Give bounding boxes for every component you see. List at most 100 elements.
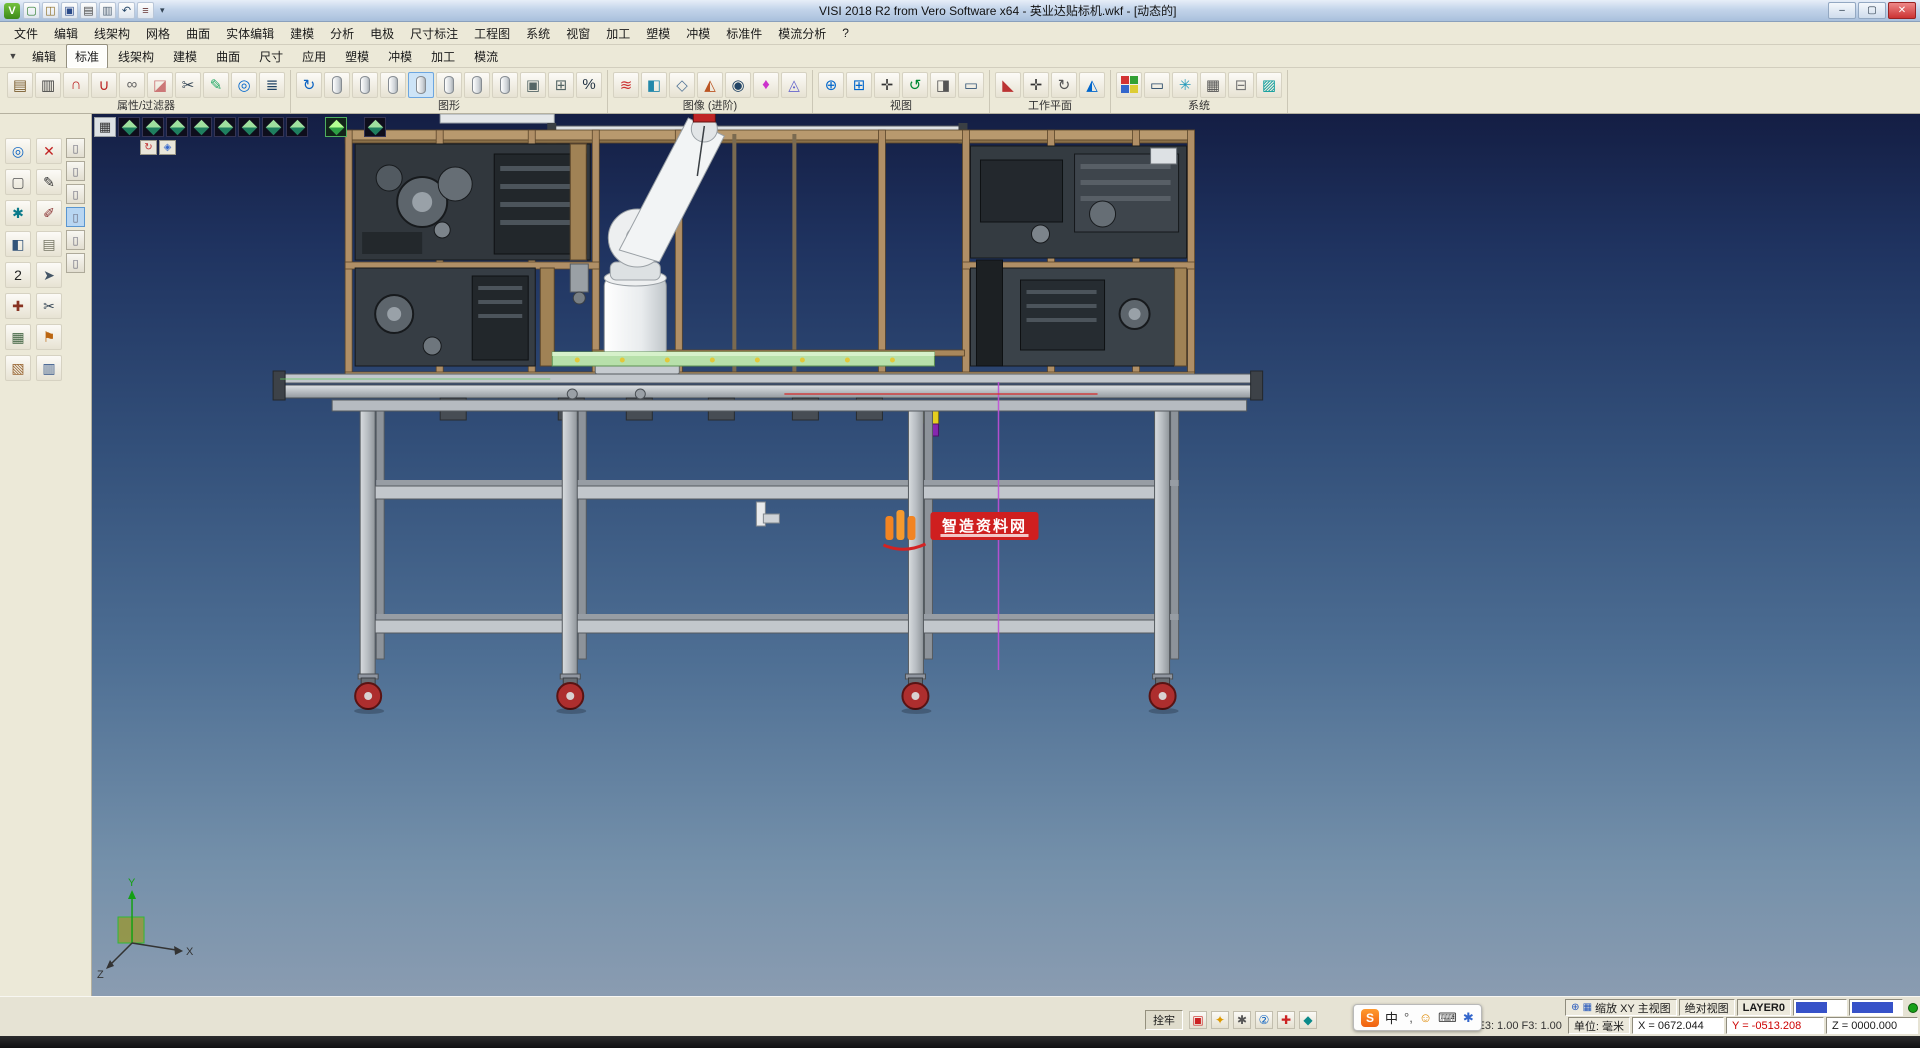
units-cell[interactable]: 单位: 毫米 (1568, 1017, 1630, 1034)
ime-toolbox-icon[interactable]: ✱ (1463, 1010, 1474, 1026)
tab-线架构[interactable]: 线架构 (109, 44, 163, 69)
two-point-icon[interactable]: 2 (5, 262, 31, 288)
hatch-tool-icon[interactable]: ▧ (5, 355, 31, 381)
workplane-align-icon[interactable]: ◭ (1079, 72, 1105, 98)
eraser-icon[interactable]: ◪ (147, 72, 173, 98)
mesh-tool-icon[interactable]: ▦ (5, 324, 31, 350)
menu-item-分析[interactable]: 分析 (322, 22, 362, 45)
open-file-icon[interactable]: ◫ (42, 2, 59, 19)
viewport-3d[interactable]: ▦ ↻◈ (92, 114, 1920, 996)
workplane-icon[interactable]: ◣ (995, 72, 1021, 98)
properties-icon[interactable]: ▤ (7, 72, 33, 98)
ime-keyboard-icon[interactable]: ⌨ (1438, 1010, 1457, 1026)
menu-item-实体编辑[interactable]: 实体编辑 (218, 22, 282, 45)
panel-toggle-3[interactable]: ▯ (66, 184, 85, 204)
line-style-icon[interactable] (352, 72, 378, 98)
erase-icon[interactable]: ✐ (36, 200, 62, 226)
tab-曲面[interactable]: 曲面 (207, 44, 249, 69)
iso-view-7-icon[interactable] (262, 117, 284, 137)
monitor-icon[interactable]: ▭ (1144, 72, 1170, 98)
settings-mode-icon[interactable]: ✱ (1233, 1011, 1251, 1029)
menu-item-冲模[interactable]: 冲模 (678, 22, 718, 45)
menu-item-系统[interactable]: 系统 (518, 22, 558, 45)
iso-view-9-icon[interactable] (364, 117, 386, 137)
modify-icon[interactable]: ✱ (5, 200, 31, 226)
cut-tool-icon[interactable]: ✂ (36, 293, 62, 319)
chain-icon[interactable]: ∞ (119, 72, 145, 98)
undo-icon[interactable]: ↶ (118, 2, 135, 19)
current-view-icon[interactable] (325, 117, 347, 137)
tab-标准[interactable]: 标准 (66, 44, 108, 69)
menu-item-工程图[interactable]: 工程图 (466, 22, 518, 45)
pick-arrow-icon[interactable]: ➤ (36, 262, 62, 288)
camera-icon[interactable]: ◨ (930, 72, 956, 98)
panel-toggle-2[interactable]: ▯ (66, 161, 85, 181)
workplane-axis-icon[interactable]: ✛ (1023, 72, 1049, 98)
table-icon[interactable]: ▦ (1200, 72, 1226, 98)
menu-item-标准件[interactable]: 标准件 (718, 22, 770, 45)
dynamic-rotate-icon[interactable]: ↻ (140, 140, 157, 155)
tab-冲模[interactable]: 冲模 (379, 44, 421, 69)
solid-style-icon[interactable] (464, 72, 490, 98)
ime-emoji-icon[interactable]: ☺ (1419, 1010, 1432, 1025)
panel-toggle-1[interactable]: ▯ (66, 138, 85, 158)
highlight-icon[interactable]: ♦ (753, 72, 779, 98)
hammer-tool-icon[interactable]: ✚ (5, 293, 31, 319)
print-icon[interactable]: ▤ (80, 2, 97, 19)
menu-item-尺寸标注[interactable]: 尺寸标注 (402, 22, 466, 45)
menu-item-线架构[interactable]: 线架构 (86, 22, 138, 45)
tab-尺寸[interactable]: 尺寸 (250, 44, 292, 69)
screen-icon[interactable]: ▭ (958, 72, 984, 98)
iso-view-5-icon[interactable] (214, 117, 236, 137)
grid-view-icon[interactable]: ▦ (94, 117, 116, 137)
tab-塑模[interactable]: 塑模 (336, 44, 378, 69)
panel-toggle-5[interactable]: ▯ (66, 230, 85, 250)
layers-icon[interactable]: ≣ (259, 72, 285, 98)
iso-view-8-icon[interactable] (286, 117, 308, 137)
iso-view-2-icon[interactable] (142, 117, 164, 137)
display-mode-icon[interactable]: ▣ (1189, 1011, 1207, 1029)
color-grid-icon[interactable] (1116, 72, 1142, 98)
surface-style-icon[interactable] (436, 72, 462, 98)
percent-icon[interactable]: % (576, 72, 602, 98)
ime-logo-icon[interactable]: S (1361, 1009, 1379, 1027)
workplane-rotate-icon[interactable]: ↻ (1051, 72, 1077, 98)
snap-zoom-icon[interactable]: ◎ (5, 138, 31, 164)
new-document-icon[interactable]: ▢ (23, 2, 40, 19)
brush-icon[interactable]: ✎ (203, 72, 229, 98)
iso-view-6-icon[interactable] (238, 117, 260, 137)
tab-模流[interactable]: 模流 (465, 44, 507, 69)
surface-chart-icon[interactable]: ▨ (1256, 72, 1282, 98)
tab-建模[interactable]: 建模 (164, 44, 206, 69)
scissors-icon[interactable]: ✂ (175, 72, 201, 98)
filter-icon[interactable]: ∩ (63, 72, 89, 98)
minimize-button[interactable]: – (1828, 2, 1856, 19)
selection-box-icon[interactable]: ▢ (5, 169, 31, 195)
target-icon[interactable]: ◎ (231, 72, 257, 98)
grid-box-icon[interactable]: ⊞ (548, 72, 574, 98)
point-style-icon[interactable] (324, 72, 350, 98)
lock-toggle[interactable]: 拴牢 (1145, 1010, 1183, 1030)
rainbow-wire-icon[interactable]: ≋ (613, 72, 639, 98)
iso-view-1-icon[interactable] (118, 117, 140, 137)
delete-icon[interactable]: ✕ (36, 138, 62, 164)
zoom-all-icon[interactable]: ⊕ (818, 72, 844, 98)
view-mode-cell[interactable]: ⊕ ▦ 缩放 XY 主视图 (1565, 999, 1676, 1016)
menu-item-加工[interactable]: 加工 (598, 22, 638, 45)
layer-cell[interactable]: LAYER0 (1737, 999, 1791, 1016)
tab-应用[interactable]: 应用 (293, 44, 335, 69)
menu-item-塑模[interactable]: 塑模 (638, 22, 678, 45)
layer-box-icon[interactable]: ▣ (520, 72, 546, 98)
menu-item-视窗[interactable]: 视窗 (558, 22, 598, 45)
absolute-view-cell[interactable]: 绝对视图 (1679, 999, 1735, 1016)
menu-item-编辑[interactable]: 编辑 (46, 22, 86, 45)
menu-item-电极[interactable]: 电极 (362, 22, 402, 45)
solid-mode-icon[interactable]: ◆ (1299, 1011, 1317, 1029)
dynamic-pan-icon[interactable]: ◈ (159, 140, 176, 155)
menu-item-曲面[interactable]: 曲面 (178, 22, 218, 45)
rotate-view-icon[interactable]: ↺ (902, 72, 928, 98)
snowflake-icon[interactable]: ✳ (1172, 72, 1198, 98)
tab-overflow-dropdown-icon[interactable]: ▼ (4, 51, 22, 61)
preview-icon[interactable]: ▥ (99, 2, 116, 19)
notes-icon[interactable]: ▤ (36, 231, 62, 257)
